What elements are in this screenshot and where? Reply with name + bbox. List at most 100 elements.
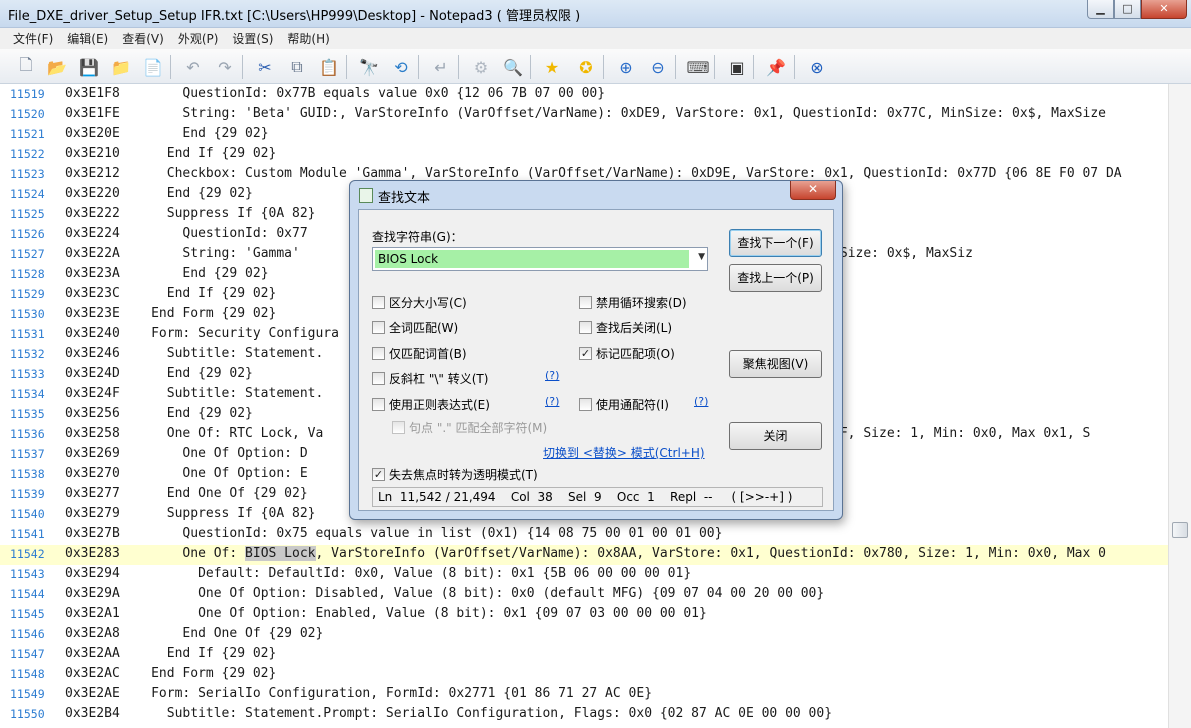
menu-appearance[interactable]: 外观(P) [171,29,226,49]
line-text: QuestionId: 0x77 [182,226,308,241]
checkbox-box[interactable] [579,296,592,309]
code-line[interactable]: 11521 0x3E20E End {29 02} [0,125,1168,145]
line-text: One Of Option: Disabled, Value (8 bit): … [198,586,825,601]
menu-view[interactable]: 查看(V) [115,29,171,49]
checkbox-box[interactable] [372,347,385,360]
combo-dropdown-icon[interactable]: ▼ [698,252,705,262]
code-line[interactable]: 11543 0x3E294 Default: DefaultId: 0x0, Va… [0,565,1168,585]
toolbar-separator [346,55,347,79]
no-wrap-search-checkbox[interactable]: 禁用循环搜索(D) [579,294,687,311]
checkbox-box[interactable] [372,372,385,385]
checkbox-box[interactable]: ✓ [372,468,385,481]
transparent-mode-checkbox[interactable]: ✓ 失去焦点时转为透明模式(T) [372,466,538,483]
zoom-search-icon[interactable]: 🔍 [501,55,525,79]
menu-settings[interactable]: 设置(S) [225,29,280,49]
line-address: 0x3E2A8 [65,626,120,641]
close-after-find-checkbox[interactable]: 查找后关闭(L) [579,319,672,336]
code-line[interactable]: 11541 0x3E27B QuestionId: 0x75 equals val… [0,525,1168,545]
window-controls: ▁ □ ✕ [1087,0,1187,19]
code-line[interactable]: 11547 0x3E2AA End If {29 02} [0,645,1168,665]
code-line[interactable]: 11545 0x3E2A1 One Of Option: Enabled, Val… [0,605,1168,625]
zoom-out-icon[interactable]: ⊖ [646,55,670,79]
open-folder-icon[interactable]: 📂 [45,55,69,79]
line-content: 0x3E269 One Of Option: D [65,445,308,463]
find-next-button[interactable]: 查找下一个(F) [729,229,822,257]
switch-replace-mode-link[interactable]: 切换到 <替换> 模式(Ctrl+H) [543,444,705,461]
close-window-button[interactable]: ✕ [1141,0,1187,19]
save-icon[interactable]: 💾 [77,55,101,79]
undo-icon[interactable]: ↶ [181,55,205,79]
focus-view-button[interactable]: 聚焦视图(V) [729,350,822,378]
escape-help-link[interactable]: (?) [545,369,559,382]
redo-icon[interactable]: ↷ [213,55,237,79]
favorites-icon[interactable]: ★ [540,55,564,79]
keyboard-icon[interactable]: ⌨ [686,55,710,79]
schemes-icon[interactable]: ⚙ [469,55,493,79]
terminal-icon[interactable]: ▣ [725,55,749,79]
line-content: 0x3E1F8 QuestionId: 0x77B equals value 0… [65,85,605,103]
checkbox-box[interactable]: ✓ [579,347,592,360]
code-line[interactable]: 11546 0x3E2A8 End One Of {29 02} [0,625,1168,645]
wildcard-help-link[interactable]: (?) [694,395,708,408]
exit-icon[interactable]: ⊗ [805,55,829,79]
find-previous-button[interactable]: 查找上一个(P) [729,264,822,292]
current-line[interactable]: 11542 0x3E283 One Of: BIOS Lock, VarStore… [0,545,1168,565]
checkbox-box[interactable] [372,296,385,309]
line-content: 0x3E283 One Of: BIOS Lock, VarStoreInfo … [65,545,1106,563]
whole-word-checkbox[interactable]: 全词匹配(W) [372,319,458,336]
checkbox-box[interactable] [372,398,385,411]
line-address: 0x3E22A [65,246,120,261]
line-text: End {29 02} [182,126,269,141]
line-text: Form: SerialIo Configuration, FormId: 0x… [151,686,653,701]
code-line[interactable]: 11548 0x3E2AC End Form {29 02} [0,665,1168,685]
copy-icon[interactable]: ⧉ [285,55,309,79]
search-input[interactable]: BIOS Lock [375,250,689,268]
menu-edit[interactable]: 编辑(E) [60,29,115,49]
line-number: 11528 [10,267,45,281]
zoom-in-icon[interactable]: ⊕ [614,55,638,79]
close-dialog-button[interactable]: 关闭 [729,422,822,450]
regex-checkbox[interactable]: 使用正则表达式(E) [372,396,490,413]
find-dialog-close-button[interactable]: ✕ [790,181,836,200]
scrollbar-thumb[interactable] [1172,522,1188,538]
cut-icon[interactable]: ✂ [253,55,277,79]
line-address: 0x3E24F [65,386,120,401]
line-number: 11550 [10,707,45,721]
regex-help-link[interactable]: (?) [545,395,559,408]
match-case-checkbox[interactable]: 区分大小写(C) [372,294,467,311]
mark-matches-checkbox[interactable]: ✓ 标记匹配项(O) [579,345,675,362]
backslash-escape-checkbox[interactable]: 反斜杠 "\" 转义(T) [372,370,488,387]
minimize-button[interactable]: ▁ [1087,0,1114,19]
replace-icon[interactable]: ⟲ [389,55,413,79]
find-icon[interactable]: 🔭 [357,55,381,79]
wildcard-checkbox[interactable]: 使用通配符(I) [579,396,669,413]
checkbox-box[interactable] [579,321,592,334]
checkbox-box[interactable] [579,398,592,411]
save-as-icon[interactable]: 📁 [109,55,133,79]
search-combobox[interactable]: BIOS Lock ▼ [372,247,708,271]
code-line[interactable]: 11544 0x3E29A One Of Option: Disabled, Va… [0,585,1168,605]
paste-icon[interactable]: 📋 [317,55,341,79]
goto-line-icon[interactable]: ↵ [429,55,453,79]
checkbox-box[interactable] [372,321,385,334]
checkbox-box[interactable] [392,421,405,434]
word-start-checkbox[interactable]: 仅匹配词首(B) [372,345,467,362]
menu-help[interactable]: 帮助(H) [280,29,336,49]
pin-icon[interactable]: 📌 [764,55,788,79]
save-copy-icon[interactable]: 📄 [141,55,165,79]
menu-file[interactable]: 文件(F) [6,29,60,49]
add-favorite-icon[interactable]: ✪ [574,55,598,79]
maximize-button[interactable]: □ [1114,0,1141,19]
code-line[interactable]: 11549 0x3E2AE Form: SerialIo Configuratio… [0,685,1168,705]
line-number: 11539 [10,487,45,501]
code-line[interactable]: 11522 0x3E210 End If {29 02} [0,145,1168,165]
line-number: 11548 [10,667,45,681]
dot-matches-all-checkbox[interactable]: 句点 "." 匹配全部字符(M) [392,419,547,436]
code-line[interactable]: 11519 0x3E1F8 QuestionId: 0x77B equals va… [0,85,1168,105]
code-line[interactable]: 11520 0x3E1FE String: 'Beta' GUID:, VarSt… [0,105,1168,125]
vertical-scrollbar[interactable] [1168,84,1191,728]
code-line[interactable]: 11550 0x3E2B4 Subtitle: Statement.Prompt:… [0,705,1168,725]
new-file-icon[interactable]: 🗋 [14,55,38,79]
